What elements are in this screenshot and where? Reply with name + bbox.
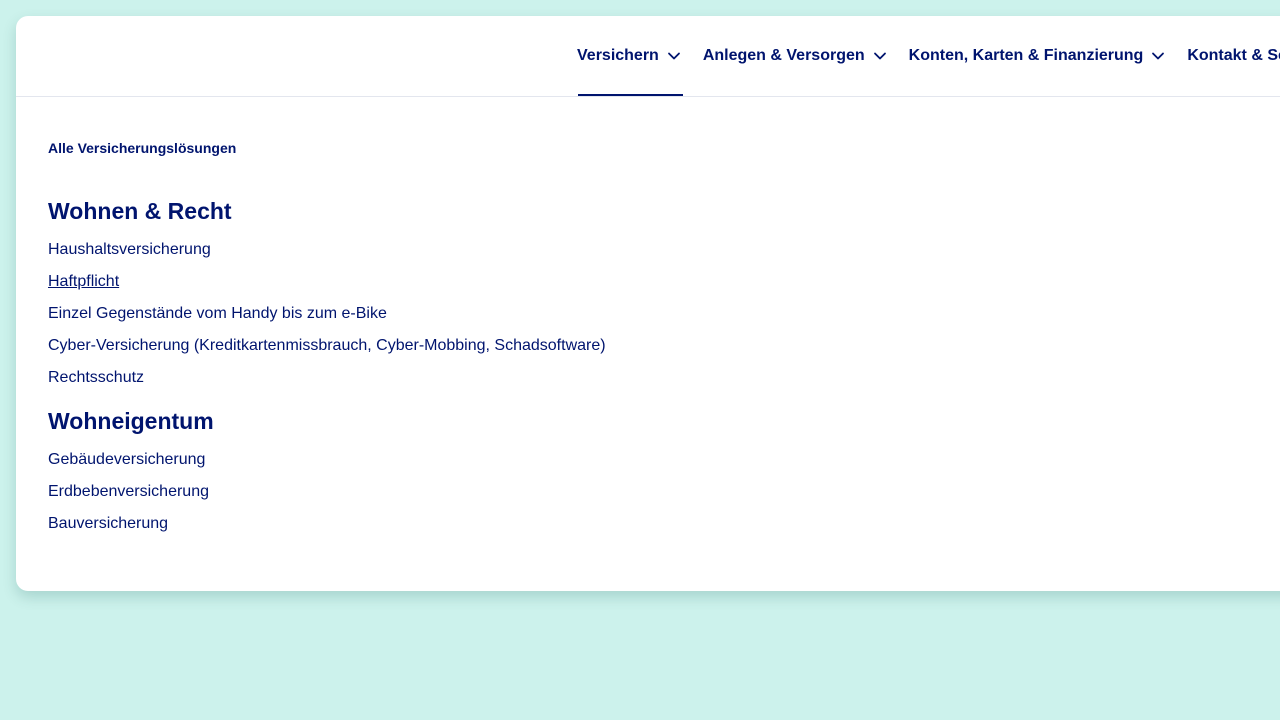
menu-link[interactable]: Bauversicherung bbox=[48, 508, 606, 540]
chevron-down-icon bbox=[667, 49, 681, 63]
section-title-wohnen-recht: Wohnen & Recht bbox=[48, 198, 232, 224]
menu-link[interactable]: Haushaltsversicherung bbox=[48, 234, 606, 266]
link-list-wohnen-recht: Haushaltsversicherung Haftpflicht Einzel… bbox=[48, 234, 606, 394]
all-insurance-solutions-link[interactable]: Alle Versicherungslösungen bbox=[48, 140, 606, 156]
menu-link[interactable]: Rechtsschutz bbox=[48, 362, 606, 394]
nav-item-label: Anlegen & Versorgen bbox=[702, 47, 865, 64]
menu-link[interactable]: Erdbebenversicherung bbox=[48, 476, 606, 508]
nav-item-konten-karten-finanzierung[interactable]: Konten, Karten & Finanzierung bbox=[909, 16, 1166, 96]
link-list-wohneigentum: Gebäudeversicherung Erdbebenversicherung… bbox=[48, 444, 606, 540]
nav-item-kontakt-service[interactable]: Kontakt & Se bbox=[1187, 16, 1280, 96]
nav-item-label: Kontakt & Se bbox=[1187, 47, 1280, 64]
nav-item-label: Konten, Karten & Finanzierung bbox=[908, 47, 1144, 64]
nav-list: Versichern Anlegen & Versorgen Konten, K… bbox=[577, 16, 1280, 96]
menu-link[interactable]: Cyber-Versicherung (Kreditkartenmissbrau… bbox=[48, 330, 606, 362]
section-title-wohneigentum: Wohneigentum bbox=[48, 408, 214, 434]
chevron-down-icon bbox=[873, 49, 887, 63]
top-navigation: Versichern Anlegen & Versorgen Konten, K… bbox=[16, 16, 1280, 97]
menu-link[interactable]: Gebäudeversicherung bbox=[48, 444, 606, 476]
nav-item-label: Versichern bbox=[577, 47, 659, 64]
menu-link[interactable]: Einzel Gegenstände vom Handy bis zum e-B… bbox=[48, 298, 606, 330]
mega-menu-panel: Versichern Anlegen & Versorgen Konten, K… bbox=[16, 16, 1280, 591]
chevron-down-icon bbox=[1151, 49, 1165, 63]
menu-content: Alle Versicherungslösungen Wohnen & Rech… bbox=[48, 140, 606, 552]
nav-item-anlegen-versorgen[interactable]: Anlegen & Versorgen bbox=[703, 16, 887, 96]
menu-link[interactable]: Haftpflicht bbox=[48, 266, 606, 298]
nav-item-versichern[interactable]: Versichern bbox=[577, 16, 683, 96]
